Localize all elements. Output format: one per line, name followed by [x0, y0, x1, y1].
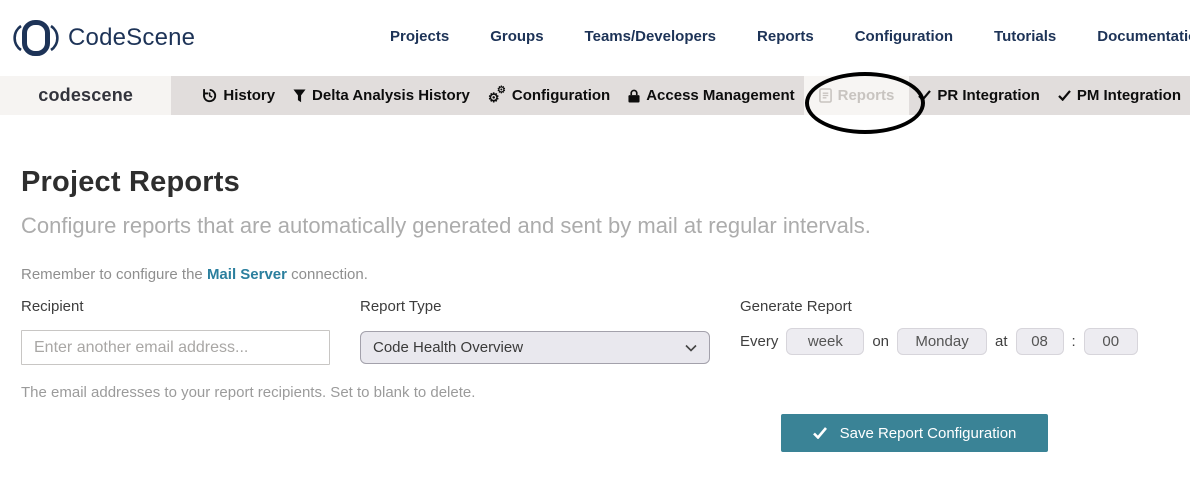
- nav-teams-developers[interactable]: Teams/Developers: [585, 28, 716, 45]
- recipient-label: Recipient: [21, 298, 84, 315]
- report-type-label: Report Type: [360, 298, 441, 315]
- on-label: on: [872, 333, 889, 350]
- nav-projects[interactable]: Projects: [390, 28, 449, 45]
- brand-name: CodeScene: [68, 24, 195, 52]
- page-subtitle: Configure reports that are automatically…: [21, 213, 871, 239]
- time-separator: :: [1072, 333, 1076, 350]
- codescene-logo[interactable]: CodeScene: [13, 17, 195, 59]
- projnav-pm-label: PM Integration: [1077, 87, 1181, 104]
- history-icon: [202, 88, 217, 103]
- report-type-select[interactable]: Code Health Overview: [360, 331, 710, 364]
- period-select[interactable]: week: [786, 328, 864, 355]
- nav-reports[interactable]: Reports: [757, 28, 814, 45]
- project-nav-items: History Delta Analysis History ⚙⚙ Config…: [193, 76, 1190, 115]
- nav-documentation[interactable]: Documentation: [1097, 28, 1190, 45]
- projnav-reports-label: Reports: [838, 87, 895, 104]
- projnav-pr-integration[interactable]: PR Integration: [909, 76, 1049, 115]
- minute-select[interactable]: 00: [1084, 328, 1138, 355]
- report-type-selected-value: Code Health Overview: [373, 339, 523, 356]
- projnav-configuration[interactable]: ⚙⚙ Configuration: [479, 76, 619, 115]
- top-navbar: CodeScene Projects Groups Teams/Develope…: [0, 0, 1190, 76]
- project-name[interactable]: codescene: [38, 85, 133, 106]
- lock-icon: [628, 89, 640, 103]
- codescene-logo-icon: [13, 17, 59, 59]
- check-icon: [1058, 90, 1071, 101]
- projnav-reports-active[interactable]: Reports: [804, 76, 910, 115]
- projnav-access-label: Access Management: [646, 87, 794, 104]
- gears-icon: ⚙⚙: [488, 88, 506, 104]
- generate-report-label: Generate Report: [740, 298, 852, 315]
- chevron-down-icon: [685, 344, 697, 352]
- save-report-configuration-button[interactable]: Save Report Configuration: [781, 414, 1048, 452]
- nav-configuration[interactable]: Configuration: [855, 28, 953, 45]
- note-prefix: Remember to configure the: [21, 266, 207, 283]
- mail-server-note: Remember to configure the Mail Server co…: [21, 266, 368, 283]
- projnav-configuration-label: Configuration: [512, 87, 610, 104]
- day-select[interactable]: Monday: [897, 328, 987, 355]
- nav-tutorials[interactable]: Tutorials: [994, 28, 1056, 45]
- nav-groups[interactable]: Groups: [490, 28, 543, 45]
- projnav-history-label: History: [223, 87, 275, 104]
- recipient-help-text: The email addresses to your report recip…: [21, 384, 475, 401]
- project-name-panel: codescene: [0, 76, 171, 115]
- every-label: Every: [740, 333, 778, 350]
- schedule-row: Every week on Monday at 08 : 00: [740, 328, 1138, 355]
- filter-icon: [293, 89, 306, 103]
- top-nav-items: Projects Groups Teams/Developers Reports…: [390, 28, 1190, 45]
- check-icon: [813, 427, 827, 439]
- mail-server-link[interactable]: Mail Server: [207, 266, 287, 283]
- file-icon: [819, 88, 832, 103]
- projnav-pm-integration[interactable]: PM Integration: [1049, 76, 1190, 115]
- projnav-pr-label: PR Integration: [937, 87, 1040, 104]
- project-navbar: codescene History Delta Analysis History…: [0, 76, 1190, 115]
- projnav-delta-analysis-history[interactable]: Delta Analysis History: [284, 76, 479, 115]
- hour-select[interactable]: 08: [1016, 328, 1064, 355]
- save-button-label: Save Report Configuration: [840, 425, 1017, 442]
- projnav-delta-label: Delta Analysis History: [312, 87, 470, 104]
- note-suffix: connection.: [287, 266, 368, 283]
- projnav-history[interactable]: History: [193, 76, 284, 115]
- app-window: CodeScene Projects Groups Teams/Develope…: [0, 0, 1190, 493]
- projnav-access-management[interactable]: Access Management: [619, 76, 803, 115]
- recipient-email-input[interactable]: [21, 330, 330, 365]
- at-label: at: [995, 333, 1008, 350]
- check-icon: [918, 90, 931, 101]
- page-title: Project Reports: [21, 166, 240, 199]
